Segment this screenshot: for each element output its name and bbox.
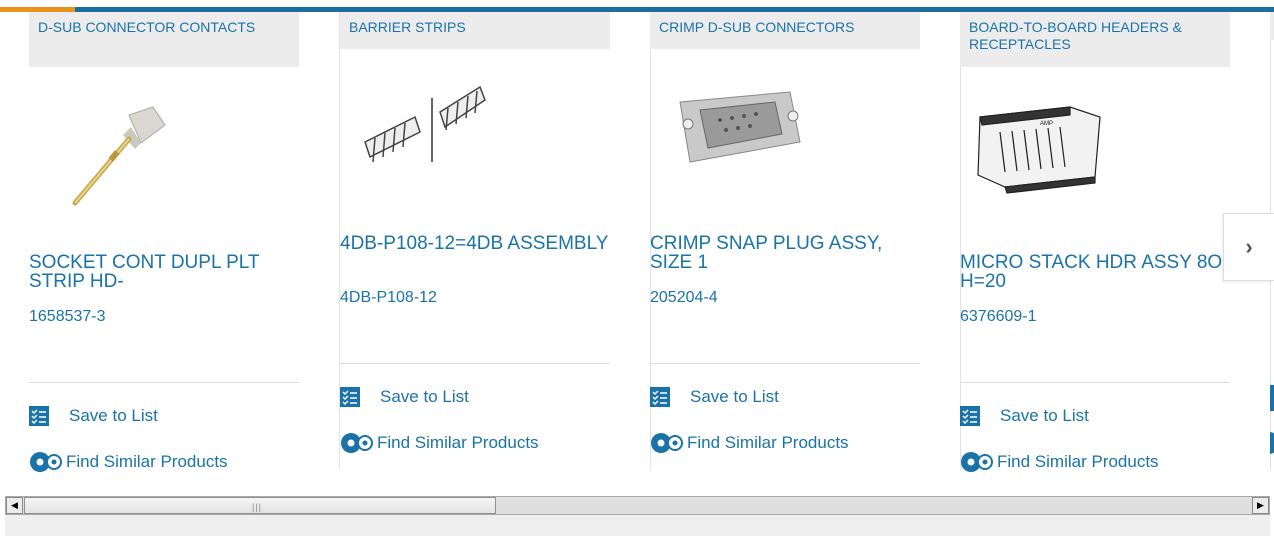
gears-icon <box>651 433 683 453</box>
save-to-list-button[interactable]: Save to List <box>960 406 1089 426</box>
product-card: CRIMP D-SUB CONNECTORS CRIMP SNAP PLUG A… <box>650 12 961 492</box>
product-title[interactable]: MICRO STACK HDR ASSY 8OP H=20 <box>960 253 1235 291</box>
gears-icon <box>30 452 62 472</box>
find-similar-button[interactable]: Find Similar Products <box>340 431 539 455</box>
product-title[interactable]: CRIMP SNAP PLUG ASSY, SIZE 1 <box>650 234 925 272</box>
chevron-right-icon: › <box>1245 234 1253 259</box>
divider <box>650 363 920 364</box>
find-similar-button[interactable]: Find Similar Products <box>29 450 228 474</box>
scroll-left-arrow[interactable]: ◀ <box>6 497 23 514</box>
product-card: BOARD-TO-BOARD HEADERS & RECEPTACLES AMP… <box>960 12 1271 492</box>
category-label[interactable]: BOARD-TO-BOARD HEADERS & RECEPTACLES <box>960 12 1230 67</box>
save-to-list-button[interactable]: Save to List <box>650 387 779 407</box>
gears-icon <box>961 452 993 472</box>
checklist-icon <box>340 387 360 407</box>
grip-icon: ||| <box>252 502 263 512</box>
scrollbar-thumb[interactable]: ||| <box>24 497 496 514</box>
horizontal-scrollbar[interactable]: ◀ ||| ▶ <box>5 496 1270 515</box>
checklist-icon <box>29 406 49 426</box>
checklist-icon <box>650 387 670 407</box>
checklist-icon <box>960 406 980 426</box>
product-carousel: D-SUB CONNECTOR CONTACTS SOCKET CONT DUP… <box>0 12 1274 496</box>
product-title[interactable]: SOCKET CONT DUPL PLT STRIP HD- <box>29 253 304 291</box>
product-image[interactable]: AMP <box>960 87 1230 217</box>
category-label[interactable]: CRIMP D-SUB CONNECTORS <box>650 12 920 49</box>
divider <box>29 382 299 383</box>
scroll-right-arrow[interactable]: ▶ <box>1252 497 1269 514</box>
similar-label: Find Similar Products <box>377 433 539 452</box>
similar-label: Find Similar Products <box>997 452 1159 471</box>
find-similar-button[interactable]: Find Similar Products <box>650 431 849 455</box>
similar-label: Find Similar Products <box>687 433 849 452</box>
save-to-list-button[interactable]: Save to List <box>340 387 469 407</box>
gears-icon <box>341 433 373 453</box>
product-card: D-SUB CONNECTOR CONTACTS SOCKET CONT DUP… <box>29 12 340 492</box>
part-number[interactable]: 6376609-1 <box>960 308 1037 326</box>
partial-checklist-icon <box>1270 385 1274 411</box>
category-label[interactable]: BARRIER STRIPS <box>340 12 610 49</box>
product-image[interactable] <box>340 72 610 202</box>
product-card: BARRIER STRIPS 4DB-P108-12=4DB ASSEMBLY … <box>340 12 651 492</box>
part-number[interactable]: 1658537-3 <box>29 308 106 326</box>
find-similar-button[interactable]: Find Similar Products <box>960 450 1159 474</box>
save-label: Save to List <box>380 387 469 406</box>
similar-label: Find Similar Products <box>66 452 228 471</box>
save-label: Save to List <box>69 406 158 425</box>
carousel-next-button[interactable]: › <box>1223 213 1274 281</box>
product-image[interactable] <box>29 87 299 217</box>
partial-category-label <box>1270 12 1274 40</box>
product-image[interactable] <box>650 72 920 202</box>
product-title[interactable]: 4DB-P108-12=4DB ASSEMBLY <box>340 234 615 253</box>
divider <box>340 363 610 364</box>
save-label: Save to List <box>1000 406 1089 425</box>
bottom-area <box>5 515 1270 536</box>
category-label[interactable]: D-SUB CONNECTOR CONTACTS <box>29 12 299 67</box>
save-to-list-button[interactable]: Save to List <box>29 406 158 426</box>
divider <box>960 382 1230 383</box>
partial-gears-icon <box>1270 432 1274 454</box>
svg-text:AMP: AMP <box>1040 121 1053 127</box>
part-number[interactable]: 205204-4 <box>650 289 718 307</box>
part-number[interactable]: 4DB-P108-12 <box>340 289 437 307</box>
save-label: Save to List <box>690 387 779 406</box>
